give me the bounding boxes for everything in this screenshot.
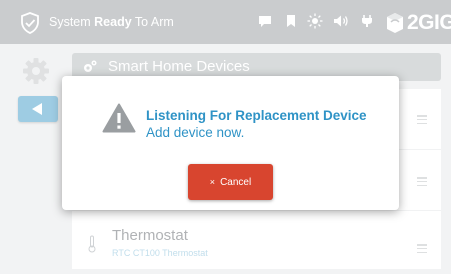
dialog-message: Add device now. xyxy=(146,125,245,140)
replacement-dialog: Listening For Replacement Device Add dev… xyxy=(62,76,399,210)
close-icon: × xyxy=(209,177,216,187)
cancel-button[interactable]: × Cancel xyxy=(188,164,273,200)
cancel-label: Cancel xyxy=(220,176,252,188)
warning-icon xyxy=(102,103,136,133)
dialog-title: Listening For Replacement Device xyxy=(146,108,367,123)
